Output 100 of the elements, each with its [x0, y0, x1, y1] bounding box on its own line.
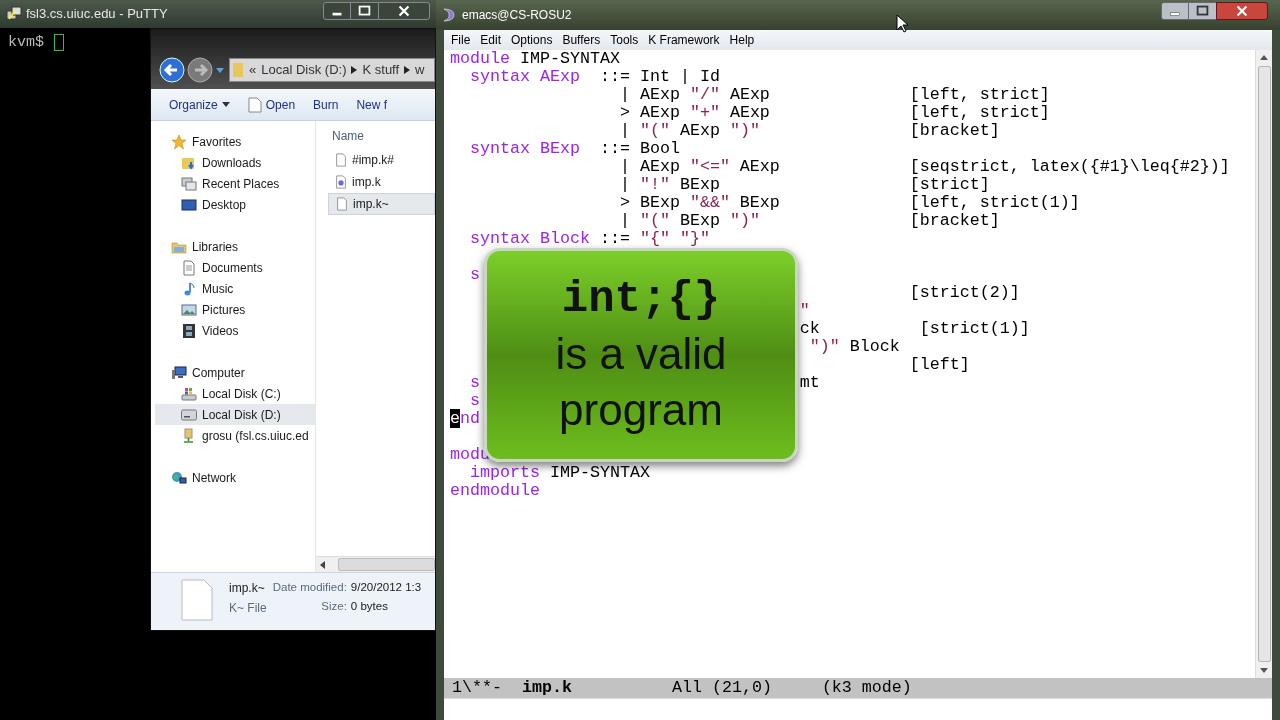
column-header[interactable]: Name [316, 121, 435, 149]
nav-item[interactable]: Pictures [155, 299, 315, 320]
code-text: [bracket] [909, 121, 1000, 140]
code-text: | "(" AExp ")" [619, 121, 760, 140]
code-text: syntax AExp ::= Int | Id [470, 67, 720, 86]
code-text: endmodule [450, 481, 540, 500]
nav-item[interactable]: Downloads [155, 152, 315, 173]
window-title: fsl3.cs.uiuc.edu - PuTTY [26, 5, 168, 24]
drive-icon [181, 406, 197, 423]
caret-icon[interactable] [215, 65, 225, 75]
terminal-icon [6, 6, 22, 22]
maximize-button[interactable] [1189, 2, 1216, 20]
toolbar-button[interactable]: Open [247, 95, 296, 114]
code-text: end [450, 409, 480, 428]
code-text: mt [799, 373, 820, 392]
close-button[interactable] [1216, 2, 1268, 20]
network-icon [171, 469, 187, 486]
code-text: s [470, 265, 480, 284]
star-icon [171, 133, 187, 150]
maximize-button[interactable] [351, 2, 378, 20]
code-text: s [470, 391, 480, 410]
caption-text: program [559, 384, 723, 436]
menu-item[interactable]: Edit [475, 31, 507, 49]
picture-icon [181, 301, 197, 318]
list-item[interactable]: imp.k~ [328, 193, 435, 215]
file-name: imp.k~ [229, 580, 266, 597]
mode-line-text: (k3 mode) [821, 678, 912, 697]
field-label: Date modified: [272, 580, 347, 595]
list-item[interactable]: #imp.k# [328, 149, 435, 171]
nav-item[interactable]: Network [155, 467, 315, 488]
nav-item[interactable]: Local Disk (D:) [155, 404, 315, 425]
shell-prompt: kvm$ [8, 33, 44, 53]
toolbar-button[interactable]: New f [356, 95, 388, 114]
window-stack-icon [181, 175, 197, 192]
nav-item[interactable]: Desktop [155, 194, 315, 215]
code-text: | "!" BExp [619, 175, 720, 194]
code-text: [bracket] [909, 211, 1000, 230]
code-text: [seqstrict, latex({#1}\leq{#2})] [909, 157, 1230, 176]
nav-item[interactable]: Documents [155, 257, 315, 278]
app-icon [442, 7, 456, 23]
code-text: [strict(2)] [909, 283, 1020, 302]
minimize-button[interactable] [323, 2, 351, 20]
address-bar[interactable]: « Local Disk (D:) K stuff w [229, 58, 435, 82]
code-text: | AExp "/" AExp [619, 85, 770, 104]
code-text: ")" Block [809, 337, 900, 356]
scrollbar-thumb[interactable] [1257, 66, 1271, 662]
menu-item[interactable]: Help [724, 31, 760, 49]
code-text: " [799, 301, 810, 320]
code-text: imports IMP-SYNTAX [470, 463, 650, 482]
text-cursor: e [450, 409, 460, 428]
code-text: ck [799, 319, 820, 338]
breadcrumb[interactable]: Local Disk (D:) [261, 60, 347, 80]
close-button[interactable] [378, 2, 430, 20]
file-type: K~ File [229, 600, 267, 617]
menu-item[interactable]: K Framework [643, 31, 725, 49]
list-item[interactable]: imp.k [328, 171, 435, 193]
nav-item[interactable]: Local Disk (C:) [155, 383, 315, 404]
file-icon [181, 579, 213, 621]
nav-item[interactable]: Music [155, 278, 315, 299]
film-icon [181, 322, 197, 339]
code-text: [left] [909, 355, 970, 374]
caret-icon [221, 101, 230, 108]
field-value: 9/20/2012 1:3 [350, 580, 422, 595]
menu-item[interactable]: Options [506, 31, 558, 49]
scrollbar-thumb[interactable] [338, 558, 435, 571]
vertical-scrollbar[interactable] [1255, 50, 1272, 678]
code-text: [strict] [909, 175, 990, 194]
code-text: [left, strict] [909, 103, 1050, 122]
code-text: syntax Block ::= "{" "}" [470, 229, 710, 248]
toolbar-button[interactable]: Burn [313, 95, 339, 114]
menu-item[interactable]: Tools [605, 31, 644, 49]
breadcrumb[interactable]: K stuff [362, 60, 400, 80]
code-text: | AExp "<=" AExp [619, 157, 780, 176]
code-text: > AExp "+" AExp [619, 103, 770, 122]
file-icon [334, 174, 348, 190]
nav-item[interactable]: Computer [155, 362, 315, 383]
file-icon [247, 96, 262, 113]
menu-item[interactable]: File [446, 31, 476, 49]
nav-item[interactable]: Videos [155, 320, 315, 341]
forward-button[interactable] [187, 57, 213, 83]
back-button[interactable] [159, 57, 185, 83]
chevron-right-icon [351, 66, 358, 74]
nav-item[interactable]: Libraries [155, 236, 315, 257]
breadcrumb[interactable]: w [415, 60, 425, 80]
minimize-button[interactable] [1161, 2, 1189, 20]
code-text: [left, strict(1)] [909, 193, 1080, 212]
desktop-icon [181, 196, 197, 213]
nav-item[interactable]: grosu (fsl.cs.uiuc.ed [155, 425, 315, 446]
menu-item[interactable]: Buffers [557, 31, 606, 49]
nav-item[interactable]: Recent Places [155, 173, 315, 194]
code-text: | "(" BExp ")" [619, 211, 760, 230]
chevron-right-icon [404, 66, 411, 74]
folder-icon [232, 62, 244, 78]
horizontal-scrollbar[interactable] [316, 556, 435, 572]
nav-item[interactable]: Favorites [155, 131, 315, 152]
drive-icon [181, 385, 197, 402]
breadcrumb-overflow[interactable]: « [249, 60, 257, 80]
caption-text: int;{} [561, 273, 721, 326]
computer-icon [171, 364, 187, 381]
toolbar-button[interactable]: Organize [169, 95, 230, 114]
